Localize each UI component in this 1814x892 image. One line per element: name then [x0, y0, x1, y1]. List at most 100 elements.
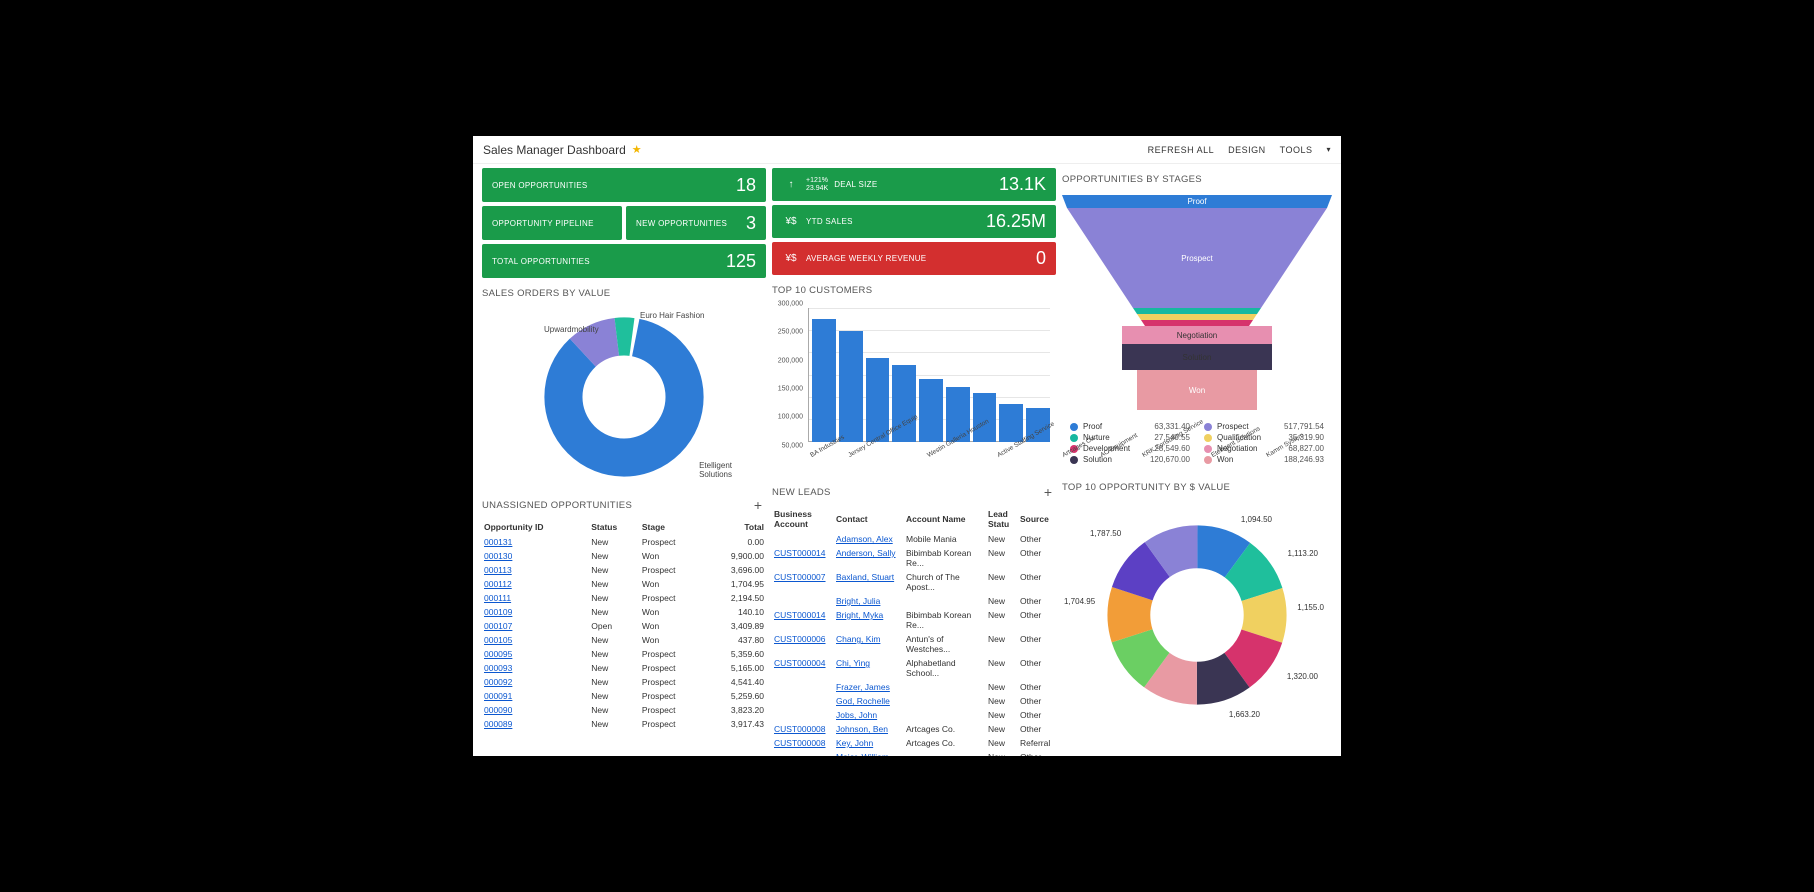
contact-link[interactable]: Chi, Ying	[836, 658, 870, 668]
contact-link[interactable]: Baxland, Stuart	[836, 572, 894, 582]
cell-status: New	[589, 703, 640, 717]
funnel-stage-label: Proof	[1187, 197, 1206, 206]
business-account-link[interactable]: CUST000008	[774, 738, 826, 748]
refresh-all-button[interactable]: REFRESH ALL	[1148, 145, 1215, 155]
contact-link[interactable]: Jobs, John	[836, 710, 877, 720]
opportunity-link[interactable]: 000105	[484, 635, 512, 645]
funnel-segment[interactable]	[1133, 308, 1261, 314]
tools-button[interactable]: TOOLS	[1280, 145, 1313, 155]
opportunity-link[interactable]: 000130	[484, 551, 512, 561]
contact-link[interactable]: Johnson, Ben	[836, 724, 888, 734]
cell-stage: Won	[640, 633, 703, 647]
contact-link[interactable]: Key, John	[836, 738, 873, 748]
column-left: OPEN OPPORTUNITIES 18 OPPORTUNITY PIPELI…	[479, 168, 769, 756]
cell-lead-status: New	[986, 546, 1018, 570]
col-status[interactable]: Status	[589, 519, 640, 535]
contact-link[interactable]: Anderson, Sally	[836, 548, 896, 558]
opportunity-link[interactable]: 000107	[484, 621, 512, 631]
legend-item[interactable]: Proof 63,331.40	[1070, 422, 1190, 431]
contact-link[interactable]: Bright, Julia	[836, 596, 880, 606]
opportunity-link[interactable]: 000131	[484, 537, 512, 547]
slice-label: 1,320.00	[1287, 672, 1318, 681]
tile-opportunity-pipeline[interactable]: OPPORTUNITY PIPELINE	[482, 206, 622, 240]
tile-total-opportunities[interactable]: TOTAL OPPORTUNITIES 125	[482, 244, 766, 278]
star-icon[interactable]: ★	[632, 143, 642, 156]
tile-average-weekly-revenue[interactable]: ¥$ AVERAGE WEEKLY REVENUE 0	[772, 242, 1056, 275]
business-account-link[interactable]: CUST000006	[774, 634, 826, 644]
contact-link[interactable]: Major, William	[836, 752, 889, 756]
funnel-segment[interactable]	[1137, 314, 1257, 320]
table-row: 000105 New Won 437.80	[482, 633, 766, 647]
bar[interactable]	[812, 319, 836, 442]
bar[interactable]	[839, 331, 863, 442]
col-stage[interactable]: Stage	[640, 519, 703, 535]
cell-status: New	[589, 647, 640, 661]
funnel-segment[interactable]: Prospect	[1067, 208, 1327, 308]
business-account-link[interactable]: CUST000008	[774, 724, 826, 734]
contact-link[interactable]: Bright, Myka	[836, 610, 883, 620]
topbar: Sales Manager Dashboard ★ REFRESH ALL DE…	[473, 136, 1341, 164]
contact-link[interactable]: Frazer, James	[836, 682, 890, 692]
top10-customers-chart: BA IndustriesJersey Central Office Equip…	[772, 304, 1056, 474]
contact-link[interactable]: Chang, Kim	[836, 634, 880, 644]
cell-stage: Won	[640, 577, 703, 591]
legend-swatch-icon	[1070, 423, 1078, 431]
business-account-link[interactable]: CUST000007	[774, 572, 826, 582]
opportunity-link[interactable]: 000093	[484, 663, 512, 673]
funnel-segment[interactable]	[1141, 320, 1253, 326]
donut-chart-icon	[544, 317, 704, 477]
top10-donut-icon	[1107, 525, 1287, 705]
table-row: Jobs, John New Other	[772, 708, 1056, 722]
arrow-up-icon: ↑	[782, 179, 800, 190]
caret-down-icon[interactable]: ▾	[1326, 145, 1331, 155]
col-account-name[interactable]: Account Name	[904, 506, 986, 532]
col-lead-status[interactable]: Lead Statu	[986, 506, 1018, 532]
tile-value: 0	[1036, 248, 1046, 269]
opportunity-link[interactable]: 000109	[484, 607, 512, 617]
design-button[interactable]: DESIGN	[1228, 145, 1266, 155]
business-account-link[interactable]: CUST000004	[774, 658, 826, 668]
funnel-segment[interactable]: Won	[1137, 370, 1257, 410]
opportunity-link[interactable]: 000092	[484, 677, 512, 687]
col-opp-id[interactable]: Opportunity ID	[482, 519, 589, 535]
cell-lead-status: New	[986, 708, 1018, 722]
add-lead-button[interactable]: +	[1040, 484, 1056, 500]
add-unassigned-button[interactable]: +	[750, 497, 766, 513]
legend-swatch-icon	[1070, 434, 1078, 442]
cell-total: 4,541.40	[703, 675, 766, 689]
business-account-link[interactable]: CUST000014	[774, 610, 826, 620]
cell-status: New	[589, 717, 640, 731]
business-account-link[interactable]: CUST000014	[774, 548, 826, 558]
funnel-stage-label: Negotiation	[1177, 331, 1217, 340]
tile-deal-size[interactable]: ↑ +121% 23.94K DEAL SIZE 13.1K	[772, 168, 1056, 201]
contact-link[interactable]: Adamson, Alex	[836, 534, 893, 544]
opportunity-link[interactable]: 000111	[484, 593, 511, 603]
opportunity-link[interactable]: 000112	[484, 579, 512, 589]
funnel-segment[interactable]: Solution	[1122, 344, 1272, 370]
bar[interactable]	[999, 404, 1023, 442]
cell-account: Alphabetland School...	[904, 656, 986, 680]
opportunity-link[interactable]: 000113	[484, 565, 512, 575]
new-leads-table: Business Account Contact Account Name Le…	[772, 506, 1056, 756]
funnel-segment[interactable]: Negotiation	[1122, 326, 1272, 344]
topbar-actions: REFRESH ALL DESIGN TOOLS ▾	[1148, 145, 1331, 155]
cell-total: 3,917.43	[703, 717, 766, 731]
funnel-stage-label: Solution	[1183, 353, 1212, 362]
tile-ytd-sales[interactable]: ¥$ YTD SALES 16.25M	[772, 205, 1056, 238]
col-source[interactable]: Source	[1018, 506, 1056, 532]
col-total[interactable]: Total	[703, 519, 766, 535]
col-business-account[interactable]: Business Account	[772, 506, 834, 532]
cell-stage: Prospect	[640, 689, 703, 703]
tile-open-opportunities[interactable]: OPEN OPPORTUNITIES 18	[482, 168, 766, 202]
cell-total: 140.10	[703, 605, 766, 619]
contact-link[interactable]: God, Rochelle	[836, 696, 890, 706]
opportunity-link[interactable]: 000091	[484, 691, 512, 701]
funnel-segment[interactable]: Proof	[1062, 195, 1332, 208]
opportunity-link[interactable]: 000090	[484, 705, 512, 715]
col-contact[interactable]: Contact	[834, 506, 904, 532]
legend-item[interactable]: Prospect 517,791.54	[1204, 422, 1324, 431]
opportunity-link[interactable]: 000095	[484, 649, 512, 659]
top10-opp-title: TOP 10 OPPORTUNITY BY $ VALUE	[1062, 482, 1332, 493]
opportunity-link[interactable]: 000089	[484, 719, 512, 729]
tile-new-opportunities[interactable]: NEW OPPORTUNITIES 3	[626, 206, 766, 240]
